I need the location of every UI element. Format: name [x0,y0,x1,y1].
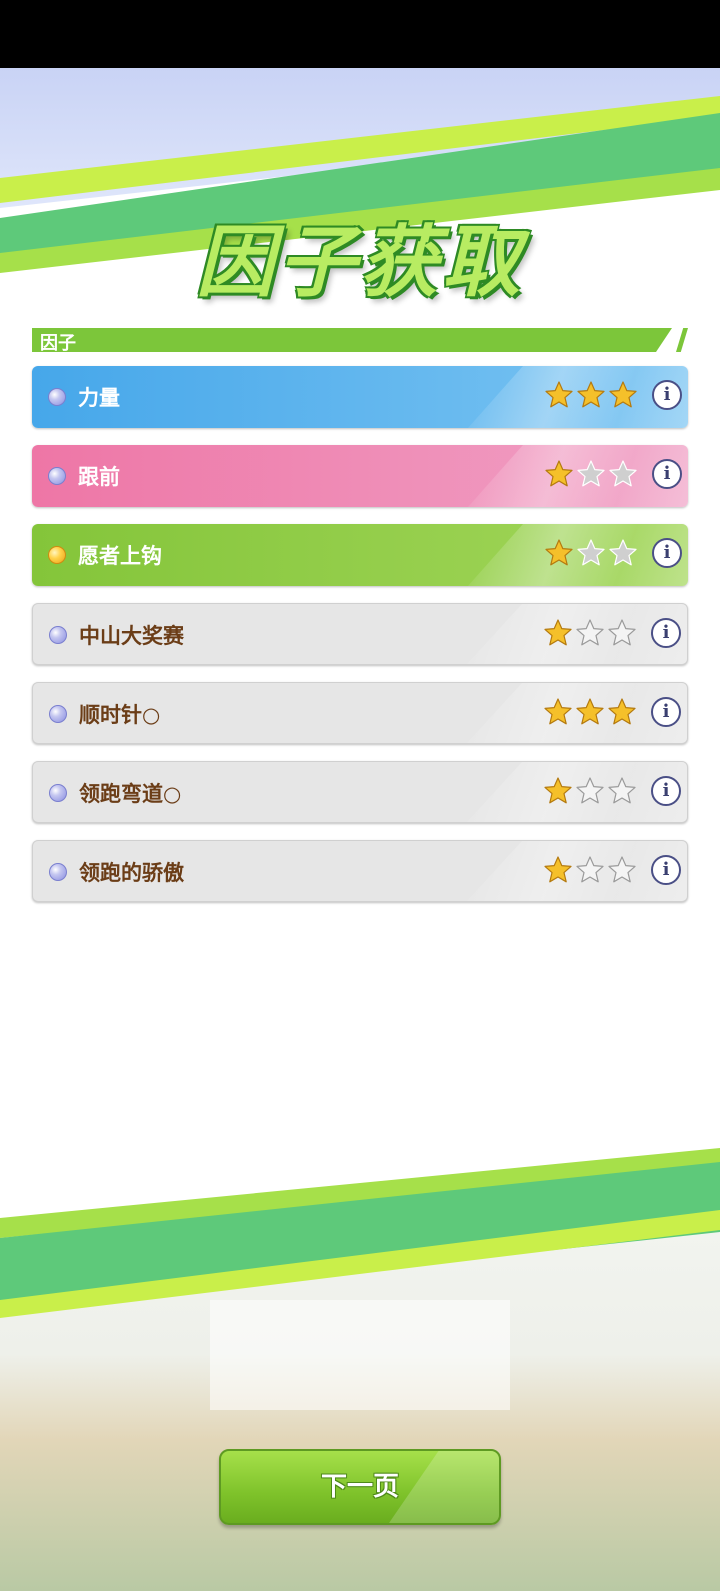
star-rating [543,855,637,887]
star-empty-icon [608,619,636,646]
star-filled-icon [544,777,572,804]
star-empty-icon [576,619,604,646]
factor-name: 力量 [78,386,120,410]
star-rating [544,380,638,412]
star-filled-icon [608,698,636,725]
star-rating [544,538,638,570]
factor-name: 跟前 [78,465,120,489]
section-header: 因子 [32,328,688,354]
gem-icon [49,863,67,881]
star-empty-icon [608,777,636,804]
star-empty-icon [577,539,605,566]
factor-name: 中山大奖赛 [79,624,184,648]
star-rating [543,776,637,808]
gem-icon [49,705,67,723]
factor-name: 领跑的骄傲 [79,861,184,885]
star-filled-icon [609,381,637,408]
star-empty-icon [576,856,604,883]
star-filled-icon [544,856,572,883]
info-icon[interactable]: i [652,380,682,410]
factor-name: 愿者上钩 [78,544,162,568]
factor-row[interactable]: 愿者上钩 i [32,524,688,586]
gem-icon [49,626,67,644]
star-empty-icon [608,856,636,883]
info-icon[interactable]: i [652,538,682,568]
section-header-slash [676,328,688,352]
next-page-label: 下一页 [320,1472,399,1502]
factor-name: 顺时针○ [79,703,161,727]
status-bar [0,0,720,68]
factor-row[interactable]: 力量 i [32,366,688,428]
gem-icon [49,784,67,802]
gem-icon [48,546,66,564]
factor-list: 力量 i 跟前 i 愿者上钩 i 中山大奖赛 i 顺时针○ i 领跑弯道○ i [32,366,688,919]
star-filled-icon [577,381,605,408]
section-header-bar [32,328,672,352]
factor-name: 领跑弯道○ [79,782,182,806]
page-title: 因子获取 [195,218,524,308]
star-filled-icon [544,619,572,646]
factor-row[interactable]: 顺时针○ i [32,682,688,744]
next-page-button[interactable]: 下一页 [219,1449,501,1525]
info-icon[interactable]: i [651,697,681,727]
factor-row[interactable]: 中山大奖赛 i [32,603,688,665]
star-empty-icon [609,539,637,566]
star-empty-icon [609,460,637,487]
info-icon[interactable]: i [651,855,681,885]
factor-row[interactable]: 领跑的骄傲 i [32,840,688,902]
star-rating [543,618,637,650]
star-filled-icon [576,698,604,725]
gem-icon [48,467,66,485]
star-empty-icon [577,460,605,487]
star-filled-icon [545,381,573,408]
info-icon[interactable]: i [651,776,681,806]
info-icon[interactable]: i [652,459,682,489]
star-rating [544,459,638,491]
star-empty-icon [576,777,604,804]
gem-icon [48,388,66,406]
factor-row[interactable]: 跟前 i [32,445,688,507]
star-rating [543,697,637,729]
info-icon[interactable]: i [651,618,681,648]
factor-row[interactable]: 领跑弯道○ i [32,761,688,823]
star-filled-icon [545,460,573,487]
star-filled-icon [544,698,572,725]
section-label: 因子 [40,333,76,354]
star-filled-icon [545,539,573,566]
